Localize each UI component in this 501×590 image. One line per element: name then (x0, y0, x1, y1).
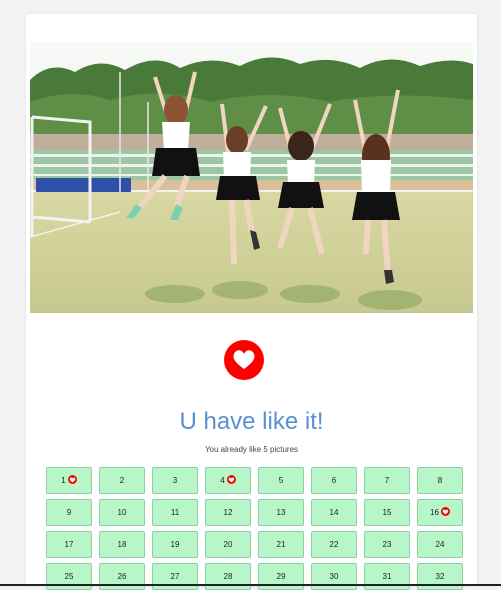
like-title: U have like it! (179, 408, 324, 435)
picture-cell-label: 29 (276, 572, 286, 581)
picture-cell[interactable]: 1 (46, 467, 92, 494)
picture-cell-label: 1 (61, 476, 66, 485)
like-count-message: You already like 5 pictures (204, 445, 299, 454)
picture-cell-label: 11 (170, 508, 180, 517)
heart-icon[interactable] (224, 340, 264, 380)
picture-cell[interactable]: 3 (152, 467, 198, 494)
picture-cell[interactable]: 21 (258, 531, 304, 558)
picture-cell-label: 15 (382, 508, 392, 517)
picture-cell[interactable]: 13 (258, 499, 304, 526)
picture-cell[interactable]: 7 (364, 467, 410, 494)
picture-cell-label: 23 (382, 540, 392, 549)
picture-cell-label: 18 (117, 540, 127, 549)
picture-cell[interactable]: 9 (46, 499, 92, 526)
picture-cell-label: 10 (117, 508, 127, 517)
picture-cell-label: 5 (278, 476, 284, 485)
picture-cell[interactable]: 24 (417, 531, 463, 558)
picture-grid: 1 2 3 4 5 6 7 8 9 10 11 12 13 14 15 16 17 18 19 20 21 22 23 24 2… (46, 467, 464, 590)
picture-cell-label: 14 (329, 508, 339, 517)
picture-cell-label: 20 (223, 540, 233, 549)
picture-cell-label: 16 (430, 508, 439, 517)
picture-cell[interactable]: 14 (311, 499, 357, 526)
picture-cell[interactable]: 18 (99, 531, 145, 558)
heart-glyph (233, 350, 255, 369)
picture-cell-label: 4 (220, 476, 225, 485)
picture-cell[interactable]: 15 (364, 499, 410, 526)
liked-heart-icon (67, 475, 77, 486)
picture-cell-label: 30 (329, 572, 339, 581)
liked-heart-icon (440, 507, 450, 518)
picture-cell-label: 8 (437, 476, 443, 485)
picture-cell-label: 31 (382, 572, 392, 581)
picture-cell-label: 24 (435, 540, 445, 549)
picture-cell-label: 26 (117, 572, 127, 581)
picture-cell[interactable]: 5 (258, 467, 304, 494)
picture-cell-label: 17 (64, 540, 74, 549)
picture-cell-label: 32 (435, 572, 445, 581)
picture-cell[interactable]: 23 (364, 531, 410, 558)
picture-cell-label: 28 (223, 572, 233, 581)
picture-cell-label: 25 (64, 572, 74, 581)
picture-cell-label: 6 (331, 476, 337, 485)
picture-cell[interactable]: 4 (205, 467, 251, 494)
picture-card: U have like it! You already like 5 pictu… (26, 14, 477, 590)
main-photo[interactable] (30, 42, 473, 313)
picture-cell-label: 27 (170, 572, 180, 581)
picture-cell-label: 9 (66, 508, 72, 517)
picture-cell[interactable]: 2 (99, 467, 145, 494)
picture-cell-label: 22 (329, 540, 339, 549)
picture-cell[interactable]: 12 (205, 499, 251, 526)
picture-cell[interactable]: 17 (46, 531, 92, 558)
picture-cell-label: 7 (384, 476, 390, 485)
liked-heart-icon (226, 475, 236, 486)
picture-cell[interactable]: 11 (152, 499, 198, 526)
picture-cell[interactable]: 8 (417, 467, 463, 494)
picture-cell[interactable]: 19 (152, 531, 198, 558)
picture-cell[interactable]: 6 (311, 467, 357, 494)
picture-cell[interactable]: 20 (205, 531, 251, 558)
picture-cell[interactable]: 22 (311, 531, 357, 558)
picture-cell[interactable]: 16 (417, 499, 463, 526)
picture-cell-label: 21 (276, 540, 286, 549)
picture-cell-label: 13 (276, 508, 286, 517)
picture-cell-label: 19 (170, 540, 180, 549)
picture-cell[interactable]: 10 (99, 499, 145, 526)
picture-cell-label: 3 (172, 476, 178, 485)
picture-cell-label: 2 (119, 476, 125, 485)
picture-cell-label: 12 (223, 508, 233, 517)
